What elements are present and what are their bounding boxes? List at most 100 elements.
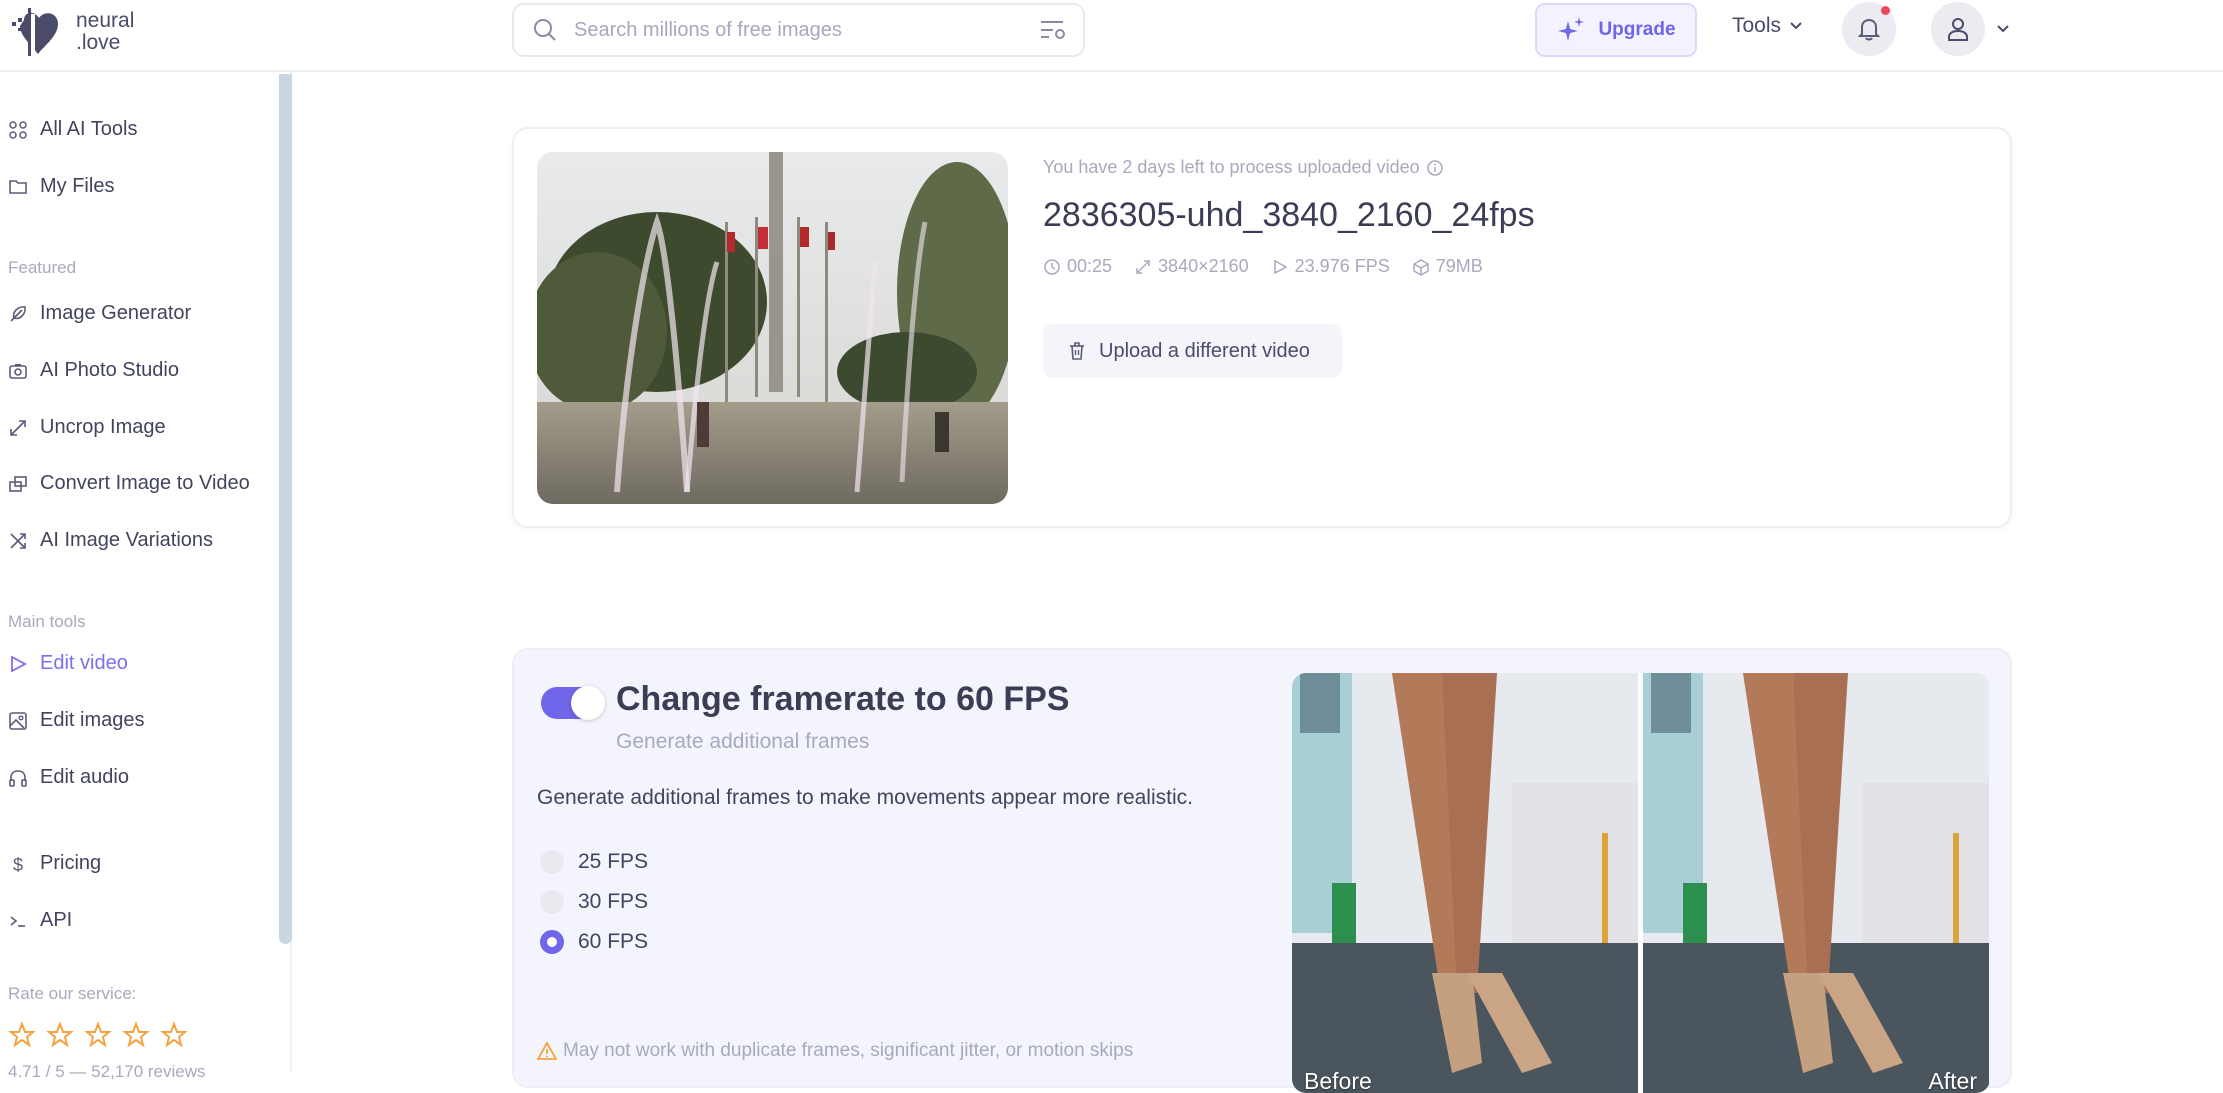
radio-button-selected[interactable] xyxy=(540,930,564,954)
ballet-before-image xyxy=(1292,673,1638,1093)
upgrade-button[interactable]: Upgrade xyxy=(1535,3,1697,57)
framerate-card: Change framerate to 60 FPS Generate addi… xyxy=(512,648,2012,1093)
size-value: 79MB xyxy=(1435,256,1483,276)
dollar-icon: $ xyxy=(13,855,23,874)
sidebar-item-label: AI Image Variations xyxy=(40,529,214,551)
before-after-comparison[interactable]: Before After xyxy=(1292,673,1990,1093)
radio-label: 30 FPS xyxy=(578,890,649,913)
uploaded-video-card: You have 2 days left to process uploaded… xyxy=(512,127,2012,528)
ballet-after-image xyxy=(1643,673,1989,1093)
section-label-featured: Featured xyxy=(8,258,77,277)
sidebar-item-label: Edit images xyxy=(40,709,145,731)
user-avatar-button[interactable] xyxy=(1931,2,1985,56)
radio-label: 25 FPS xyxy=(578,850,649,873)
folder-icon xyxy=(9,179,27,194)
after-image: After xyxy=(1643,673,1989,1093)
sidebar-item-ai-image-variations[interactable]: AI Image Variations xyxy=(8,529,213,552)
sidebar-item-label: Edit video xyxy=(40,652,128,674)
star-icon[interactable] xyxy=(46,1021,74,1049)
sidebar-item-my-files[interactable]: My Files xyxy=(8,175,114,198)
radio-button[interactable] xyxy=(540,850,564,874)
framerate-warning: May not work with duplicate frames, sign… xyxy=(537,1040,1133,1062)
play-icon xyxy=(1273,259,1288,274)
chevron-down-icon xyxy=(1790,22,1802,30)
trash-icon xyxy=(1070,342,1084,360)
fps-option-30[interactable]: 30 FPS xyxy=(540,890,648,914)
sidebar-item-label: My Files xyxy=(40,175,115,197)
radio-label: 60 FPS xyxy=(578,930,649,953)
search-icon xyxy=(534,19,556,41)
rating-stars[interactable] xyxy=(8,1021,198,1049)
fps-meta: 23.976 FPS xyxy=(1271,256,1390,277)
sidebar-item-api[interactable]: API xyxy=(8,909,72,932)
play-icon xyxy=(11,654,27,673)
resolution-meta: 3840×2160 xyxy=(1134,256,1249,277)
logo-text: neural .love xyxy=(76,10,134,54)
sidebar-item-edit-audio[interactable]: Edit audio xyxy=(8,766,129,789)
logo-line-2: .love xyxy=(76,31,121,54)
duration-value: 00:25 xyxy=(1067,256,1113,276)
sidebar-item-image-generator[interactable]: Image Generator xyxy=(8,302,191,325)
shuffle-icon xyxy=(10,532,26,549)
sidebar-scrollbar[interactable] xyxy=(279,74,292,944)
fps-value: 23.976 FPS xyxy=(1294,256,1390,276)
chevron-down-icon[interactable] xyxy=(1996,24,2010,34)
sidebar-item-label: API xyxy=(40,909,73,931)
sidebar-item-uncrop-image[interactable]: Uncrop Image xyxy=(8,416,166,439)
filter-settings-icon[interactable] xyxy=(1039,17,1067,43)
sidebar-item-edit-images[interactable]: Edit images xyxy=(8,709,145,732)
star-icon[interactable] xyxy=(160,1021,188,1049)
tools-label: Tools xyxy=(1732,14,1782,37)
svg-text:$: $ xyxy=(13,855,23,874)
star-icon[interactable] xyxy=(122,1021,150,1049)
bell-icon xyxy=(1858,18,1880,41)
toggle-knob xyxy=(571,686,605,720)
tools-menu[interactable]: Tools xyxy=(1732,14,1803,38)
sidebar-item-convert-image-to-video[interactable]: Convert Image to Video xyxy=(8,472,250,495)
headphones-icon xyxy=(9,769,27,787)
video-metadata: 00:25 3840×2160 23.976 FPS 79MB xyxy=(1043,256,1505,277)
info-icon[interactable] xyxy=(1426,159,1444,177)
search-input[interactable]: Search millions of free images xyxy=(512,3,1085,57)
duration-meta: 00:25 xyxy=(1043,256,1112,277)
search-placeholder: Search millions of free images xyxy=(574,18,842,41)
feather-icon xyxy=(10,305,26,322)
before-image: Before xyxy=(1292,673,1638,1093)
fps-option-25[interactable]: 25 FPS xyxy=(540,850,648,874)
rate-label: Rate our service: xyxy=(8,984,137,1003)
sidebar-item-edit-video[interactable]: Edit video xyxy=(8,652,128,675)
image-video-icon xyxy=(9,475,27,492)
sidebar-item-all-ai-tools[interactable]: All AI Tools xyxy=(8,118,137,141)
sidebar-item-label: Convert Image to Video xyxy=(40,472,250,494)
logo-line-1: neural xyxy=(76,9,135,32)
notifications-button[interactable] xyxy=(1842,2,1896,56)
expand-icon xyxy=(10,419,26,436)
upload-different-video-button[interactable]: Upload a different video xyxy=(1043,324,1342,378)
star-icon[interactable] xyxy=(8,1021,36,1049)
radio-button[interactable] xyxy=(540,890,564,914)
user-icon xyxy=(1948,18,1968,41)
clock-icon xyxy=(1044,258,1060,275)
sidebar-item-label: All AI Tools xyxy=(40,118,138,140)
logo[interactable]: neural .love xyxy=(6,6,134,58)
sidebar-item-label: Uncrop Image xyxy=(40,416,166,438)
grid-icon xyxy=(9,120,27,139)
section-label-main-tools: Main tools xyxy=(8,612,86,631)
sidebar-item-label: AI Photo Studio xyxy=(40,359,179,381)
warning-icon xyxy=(537,1041,557,1060)
star-icon[interactable] xyxy=(84,1021,112,1049)
fountain-scene-image xyxy=(537,152,1008,504)
expand-icon xyxy=(1136,259,1150,274)
terminal-icon xyxy=(10,915,25,927)
fps-option-60[interactable]: 60 FPS xyxy=(540,930,648,954)
camera-icon xyxy=(9,363,27,379)
top-bar: neural .love Search millions of free ima… xyxy=(0,0,2223,72)
upgrade-label: Upgrade xyxy=(1598,19,1676,40)
framerate-toggle[interactable] xyxy=(541,686,605,720)
days-note-text: You have 2 days left to process uploaded… xyxy=(1043,157,1420,177)
processing-days-note: You have 2 days left to process uploaded… xyxy=(1043,157,1444,178)
sparkles-icon xyxy=(1558,17,1585,41)
sidebar-item-ai-photo-studio[interactable]: AI Photo Studio xyxy=(8,359,179,382)
sidebar-item-pricing[interactable]: $ Pricing xyxy=(8,852,101,875)
video-thumbnail[interactable] xyxy=(537,152,1008,504)
